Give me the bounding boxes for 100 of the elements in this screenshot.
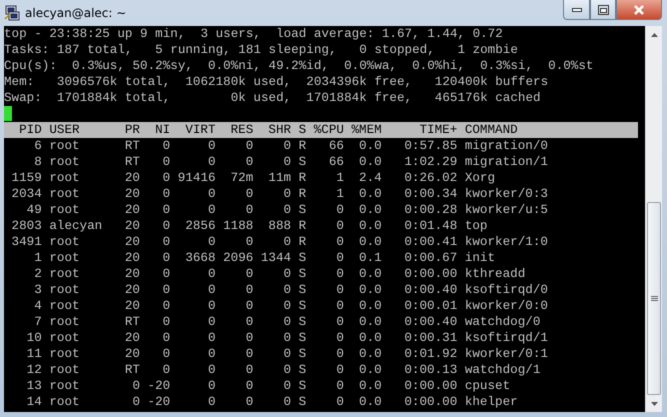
table-cell-text: 0.0 xyxy=(358,218,382,234)
column-header: PR xyxy=(124,122,140,138)
table-cell-text: root xyxy=(49,154,81,170)
table-cell-text: 66 xyxy=(328,138,344,154)
table-cell-text: kworker/u:5 xyxy=(464,202,549,218)
window-title: alecyan@alec: ~ xyxy=(25,5,126,22)
column-header: %MEM xyxy=(351,122,382,138)
table-cell-text: 0 xyxy=(244,346,254,362)
table-cell-text: root xyxy=(49,250,81,266)
table-cell-text: root xyxy=(49,394,81,410)
table-cell-text: 0.0 xyxy=(358,266,382,282)
scrollbar[interactable] xyxy=(645,26,662,412)
table-cell-text: 0 xyxy=(244,314,254,330)
column-header: TIME+ xyxy=(418,122,458,138)
table-cell-text: watchdog/1 xyxy=(464,362,542,378)
table-cell: S xyxy=(298,154,306,170)
table-cell-text: alecyan xyxy=(49,218,104,234)
table-cell-text: 1 xyxy=(335,170,344,186)
table-cell: S xyxy=(298,314,306,330)
scroll-up-icon[interactable] xyxy=(650,32,658,36)
minimize-icon xyxy=(572,8,582,12)
column-header: RES xyxy=(230,122,254,138)
table-cell-text: 0:00.31 xyxy=(403,330,458,346)
minimize-button[interactable] xyxy=(563,0,590,20)
table-cell-text: 888 xyxy=(267,218,292,234)
table-cell-text: root xyxy=(49,362,81,378)
table-cell-text: ksoftirqd/0 xyxy=(464,282,549,298)
table-cell-text: 0 xyxy=(244,330,254,346)
table-cell: S xyxy=(298,362,306,378)
scroll-down-icon[interactable] xyxy=(650,402,658,406)
maximize-icon xyxy=(598,4,608,14)
table-cell-text: root xyxy=(49,378,81,394)
table-cell-text: 0:01.48 xyxy=(403,218,458,234)
table-cell-text: root xyxy=(49,330,81,346)
table-cell-text: 0 xyxy=(335,362,344,378)
table-cell-text: root xyxy=(49,314,81,330)
table-cell-text: 0 xyxy=(282,138,292,154)
table-cell-text: 6 xyxy=(33,138,42,154)
table-cell-text: 0 xyxy=(162,362,170,378)
table-cell-text: 0 xyxy=(206,282,216,298)
table-cell-text: 10 xyxy=(26,330,42,346)
table-cell: 91416 xyxy=(178,170,216,186)
table-cell-text: 20 xyxy=(124,266,140,282)
table-cell-text: 0 xyxy=(335,330,344,346)
table-cell-text: 0.0 xyxy=(358,138,382,154)
table-cell-text: 0:00.67 xyxy=(403,250,458,266)
table-cell-text: 0 xyxy=(335,394,344,410)
table-cell-text: 0 xyxy=(282,186,292,202)
table-cell-text: 0 xyxy=(162,234,170,250)
table-cell-text: root xyxy=(49,186,81,202)
table-cell-text: 14 xyxy=(26,394,42,410)
table-cell-text: 1:02.29 xyxy=(403,154,458,170)
table-cell-text: root xyxy=(49,298,81,314)
table-cell-text: 0 xyxy=(282,362,292,378)
table-cell-text: 0 xyxy=(206,266,216,282)
table-cell-text: 0 xyxy=(335,282,344,298)
table-cell-text: 0 xyxy=(162,266,170,282)
table-cell-text: 0 xyxy=(335,378,344,394)
table-cell-text: 20 xyxy=(124,250,140,266)
table-cell: R xyxy=(298,170,306,186)
table-cell-text: root xyxy=(49,346,81,362)
table-cell-text: 12 xyxy=(26,362,42,378)
table-cell-text: 0.0 xyxy=(358,234,382,250)
table-cell: R xyxy=(298,186,306,202)
scroll-thumb[interactable] xyxy=(647,202,661,395)
table-cell-text: root xyxy=(49,170,81,186)
table-cell-text: 0 xyxy=(282,378,292,394)
table-cell-text: 3 xyxy=(33,282,42,298)
table-cell-text: 7 xyxy=(33,314,42,330)
table-cell-text: 0 xyxy=(206,186,216,202)
table-cell-text: 1 xyxy=(33,250,42,266)
table-cell-text: 0 xyxy=(162,282,170,298)
table-cell: S xyxy=(298,394,306,410)
table-cell-text: khelper xyxy=(464,394,519,410)
table-cell-text: 66 xyxy=(328,154,344,170)
table-cell-text: 0 xyxy=(282,154,292,170)
table-cell-text: 20 xyxy=(124,346,140,362)
table-cell-text: RT xyxy=(124,138,140,154)
table-cell-text: 0 xyxy=(282,298,292,314)
table-cell-text: 20 xyxy=(124,202,140,218)
summary-line: top - 23:38:25 up 9 min, 3 users, load average: 1.67, 1.44, 0.72 xyxy=(4,27,503,41)
table-cell-text: 0 xyxy=(244,202,254,218)
close-icon xyxy=(633,4,645,14)
table-cell-text: 0 xyxy=(244,394,254,410)
table-cell-text: 0:00.00 xyxy=(403,266,458,282)
table-cell-text: 0 xyxy=(206,394,216,410)
maximize-button[interactable] xyxy=(590,0,616,20)
close-button[interactable] xyxy=(616,0,662,20)
table-cell-text: 0 xyxy=(335,218,344,234)
summary-line: Cpu(s): 0.3%us, 50.2%sy, 0.0%ni, 49.2%id, 0.0%wa, 0.0%hi, 0.3%si, 0.0%st xyxy=(4,59,594,73)
table-cell-text: 3491 xyxy=(10,234,42,250)
table-cell-text: 0.1 xyxy=(358,250,382,266)
table-cell-text: 0 xyxy=(244,138,254,154)
table-cell-text: 0 xyxy=(335,266,344,282)
table-cell-text: kworker/0:0 xyxy=(464,298,549,314)
table-cell-text: 0 xyxy=(244,234,254,250)
table-cell: 2096 xyxy=(223,250,254,266)
table-cell-text: RT xyxy=(124,154,140,170)
table-cell-text: 20 xyxy=(124,170,140,186)
table-cell-text: 0.0 xyxy=(358,186,382,202)
